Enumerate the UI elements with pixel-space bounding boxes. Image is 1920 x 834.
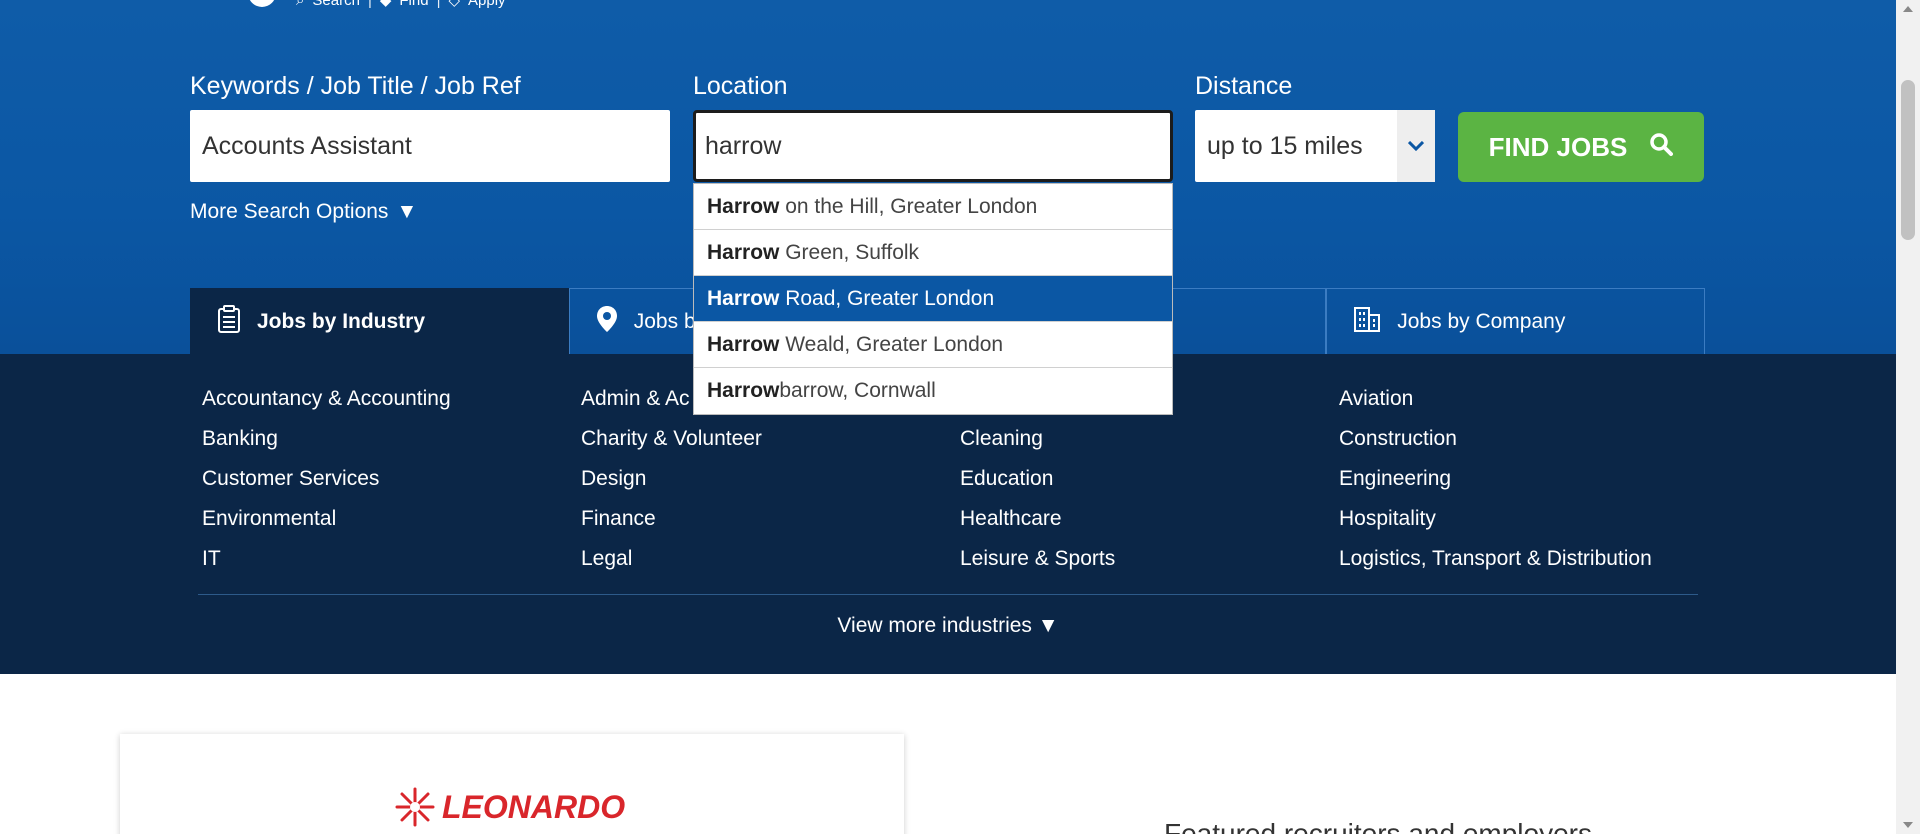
suggestion-match: Harrow: [707, 194, 780, 218]
suggestion-match: Harrow: [707, 332, 780, 356]
leonardo-text: LEONARDO: [442, 788, 626, 825]
clipboard-icon: [217, 305, 241, 339]
find-jobs-button[interactable]: FIND JOBS: [1458, 112, 1704, 182]
search-icon: [1649, 132, 1674, 163]
chevron-down-icon[interactable]: [1397, 110, 1435, 182]
suggestion-match: Harrow: [707, 379, 780, 402]
keywords-label: Keywords / Job Title / Job Ref: [190, 72, 521, 100]
industry-link[interactable]: Charity & Volunteer: [581, 424, 960, 464]
scroll-thumb[interactable]: [1901, 80, 1915, 240]
search-nav-icon: ⌕: [296, 0, 305, 9]
nav-separator: |: [367, 0, 372, 9]
page-scrollbar[interactable]: [1896, 0, 1920, 834]
industry-link[interactable]: Logistics, Transport & Distribution: [1339, 544, 1739, 584]
scroll-up-arrow[interactable]: [1903, 6, 1913, 12]
industry-link[interactable]: Design: [581, 464, 960, 504]
suggestion-item[interactable]: Harrow on the Hill, Greater London: [694, 184, 1172, 230]
chevron-left-icon[interactable]: ‹: [1024, 822, 1036, 834]
location-label: Location: [693, 72, 788, 100]
suggestion-item[interactable]: Harrow Road, Greater London: [694, 276, 1172, 322]
industry-link[interactable]: Banking: [202, 424, 581, 464]
featured-heading: Featured recruiters and employers: [1164, 818, 1592, 834]
tab-location-label: Jobs b: [633, 310, 696, 333]
location-input[interactable]: harrow: [693, 110, 1173, 182]
suggestion-rest: Green, Suffolk: [779, 240, 920, 264]
view-more-industries[interactable]: View more industries ▼: [0, 614, 1896, 638]
industry-link[interactable]: Hospitality: [1339, 504, 1739, 544]
industry-link[interactable]: Construction: [1339, 424, 1739, 464]
featured-employer-card[interactable]: LEONARDO: [120, 734, 904, 834]
suggestion-match: Harrow: [707, 286, 780, 310]
site-logo[interactable]: [248, 0, 276, 7]
industry-link[interactable]: Aviation: [1339, 384, 1739, 424]
distance-value: up to 15 miles: [1207, 131, 1363, 160]
keywords-input[interactable]: Accounts Assistant: [190, 110, 670, 182]
suggestion-rest: Weald, Greater London: [779, 332, 1004, 356]
chevron-right-icon[interactable]: ›: [1720, 822, 1732, 834]
divider: [198, 594, 1698, 595]
location-suggestions: Harrow on the Hill, Greater London Harrow…: [693, 183, 1173, 415]
suggestion-rest: on the Hill, Greater London: [779, 194, 1038, 218]
industry-link[interactable]: Leisure & Sports: [960, 544, 1339, 584]
leonardo-logo[interactable]: LEONARDO: [394, 786, 625, 828]
suggestion-rest: Road, Greater London: [779, 286, 995, 310]
industry-link[interactable]: Environmental: [202, 504, 581, 544]
distance-select[interactable]: up to 15 miles: [1195, 110, 1435, 182]
industry-link[interactable]: Engineering: [1339, 464, 1739, 504]
industry-link[interactable]: Cleaning: [960, 424, 1339, 464]
leonardo-burst-icon: [395, 787, 435, 827]
nav-search[interactable]: Search: [312, 0, 360, 9]
industry-link[interactable]: Finance: [581, 504, 960, 544]
scroll-down-arrow[interactable]: [1903, 822, 1913, 828]
tab-company[interactable]: Jobs by Company: [1326, 288, 1705, 355]
building-icon: [1353, 305, 1381, 339]
suggestion-match: Harrow: [707, 240, 780, 264]
more-options-label: More Search Options: [190, 200, 389, 223]
suggestion-item[interactable]: Harrow Weald, Greater London: [694, 322, 1172, 368]
find-jobs-label: FIND JOBS: [1488, 131, 1628, 162]
nav-separator: |: [436, 0, 441, 9]
industry-link[interactable]: Accountancy & Accounting: [202, 384, 581, 424]
tab-industry[interactable]: Jobs by Industry: [190, 288, 569, 355]
industry-link[interactable]: IT: [202, 544, 581, 584]
suggestion-rest: barrow, Cornwall: [779, 379, 936, 402]
industry-link[interactable]: Legal: [581, 544, 960, 584]
view-more-label: View more industries: [837, 614, 1032, 637]
top-nav: ⌕ Search | ◆ Find | ◇ Apply: [248, 0, 506, 10]
nav-find[interactable]: Find: [399, 0, 428, 9]
tab-industry-label: Jobs by Industry: [257, 310, 426, 333]
triangle-down-icon: ▼: [1037, 614, 1059, 637]
suggestion-item[interactable]: Harrow barrow, Cornwall: [694, 368, 1172, 414]
more-search-options[interactable]: More Search Options ▼: [190, 200, 417, 224]
find-nav-icon: ◆: [379, 0, 392, 9]
nav-apply[interactable]: Apply: [468, 0, 506, 9]
suggestion-item[interactable]: Harrow Green, Suffolk: [694, 230, 1172, 276]
location-pin-icon: [596, 305, 618, 339]
industry-link[interactable]: Customer Services: [202, 464, 581, 504]
distance-label: Distance: [1195, 72, 1293, 100]
triangle-down-icon: ▼: [396, 200, 418, 223]
industry-link[interactable]: Healthcare: [960, 504, 1339, 544]
industry-link[interactable]: Education: [960, 464, 1339, 504]
tab-company-label: Jobs by Company: [1397, 310, 1566, 333]
apply-nav-icon: ◇: [448, 0, 461, 9]
keywords-value: Accounts Assistant: [202, 131, 412, 160]
location-value: harrow: [705, 131, 782, 160]
